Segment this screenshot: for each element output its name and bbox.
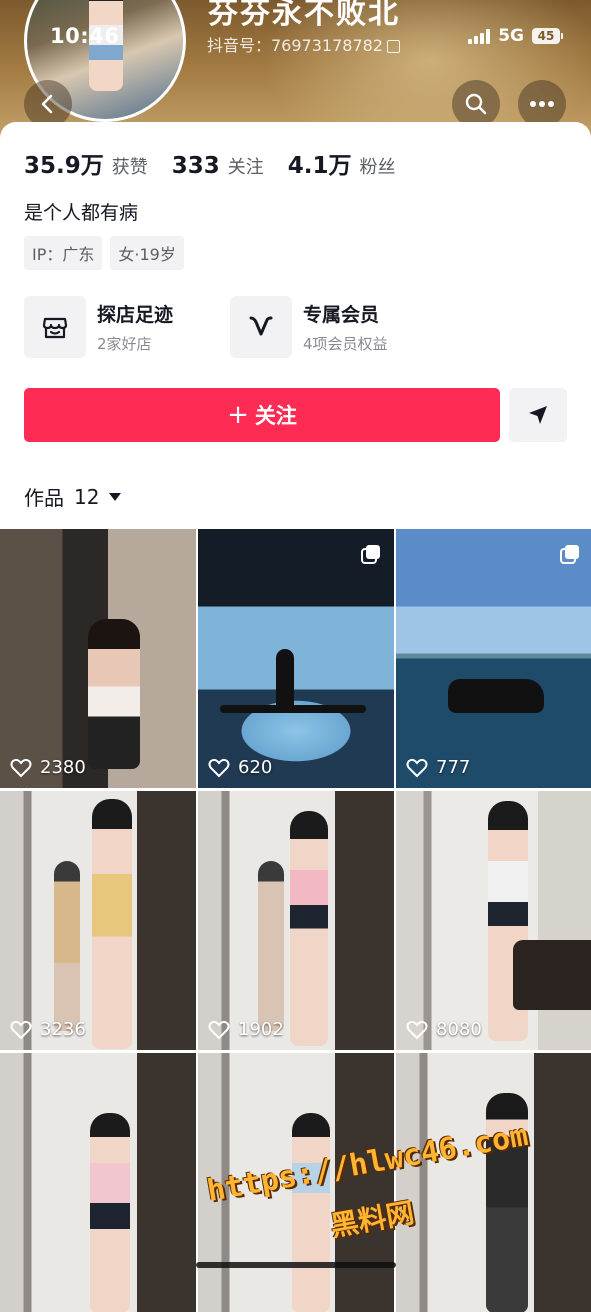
signal-icon [468, 28, 491, 44]
stat-followers[interactable]: 4.1万 粉丝 [288, 146, 396, 180]
likes-value: 2380 [40, 757, 86, 778]
stat-label: 关注 [227, 157, 264, 178]
likes-value: 8080 [436, 1019, 482, 1040]
bio: 是个人都有病 [24, 202, 139, 224]
stat-value: 4.1万 [287, 153, 352, 179]
battery-level: 45 [532, 28, 560, 44]
likes-count: 777 [406, 757, 470, 778]
feature-shop-visits[interactable]: 探店足迹 2家好店 [24, 296, 173, 358]
feature-vip[interactable]: 专属会员 4项会员权益 [230, 296, 388, 358]
copy-icon[interactable] [386, 40, 400, 53]
tag-gender-age: 女·19岁 [110, 236, 184, 270]
heart-icon [208, 758, 230, 777]
stat-following[interactable]: 333 关注 [172, 153, 264, 179]
likes-count: 1902 [208, 1019, 284, 1040]
shop-icon [24, 296, 86, 358]
video-tile[interactable]: 1902 [198, 791, 394, 1050]
search-icon [465, 93, 487, 115]
video-tile[interactable]: 2380 [0, 529, 196, 788]
vip-icon [230, 296, 292, 358]
feature-title: 探店足迹 [97, 304, 174, 326]
video-tile[interactable] [396, 1053, 591, 1312]
works-count: 12 [74, 484, 100, 509]
multi-image-icon [560, 545, 579, 564]
stat-value: 333 [171, 153, 220, 179]
stat-likes[interactable]: 35.9万 获赞 [24, 146, 148, 180]
heart-icon [208, 1020, 230, 1039]
multi-image-icon [361, 545, 380, 564]
tags: IP：广东 女·19岁 [24, 236, 184, 270]
video-tile[interactable]: 620 [198, 529, 394, 788]
likes-value: 777 [436, 757, 471, 778]
likes-value: 620 [238, 757, 273, 778]
likes-count: 3236 [10, 1019, 86, 1040]
stat-label: 粉丝 [359, 157, 396, 178]
status-bar: 5G 45 [468, 26, 563, 46]
video-tile[interactable]: 3236 [0, 791, 196, 1050]
heart-icon [406, 758, 428, 777]
network-type: 5G [498, 26, 524, 46]
follow-label: 关注 [254, 404, 297, 428]
back-icon [41, 94, 53, 114]
back-button[interactable] [24, 80, 72, 128]
video-tile[interactable]: 777 [396, 529, 591, 788]
likes-count: 2380 [10, 757, 86, 778]
nickname: 芬芬永不败北 [208, 0, 400, 31]
home-indicator[interactable] [196, 1262, 396, 1268]
video-tile[interactable] [0, 1053, 196, 1312]
chevron-down-icon [109, 492, 122, 501]
tag-ip: IP：广东 [24, 236, 103, 270]
battery-icon: 45 [532, 28, 563, 44]
follow-button[interactable]: + 关注 [24, 388, 500, 442]
share-button[interactable] [509, 388, 567, 442]
heart-icon [10, 1020, 32, 1039]
video-tile[interactable]: 8080 [396, 791, 591, 1050]
likes-value: 1902 [238, 1019, 284, 1040]
stat-value: 35.9万 [24, 153, 104, 179]
plus-icon: + [227, 400, 249, 430]
search-button[interactable] [452, 80, 500, 128]
feature-subtitle: 4项会员权益 [303, 335, 388, 353]
stat-label: 获赞 [111, 157, 148, 178]
stats-row: 35.9万 获赞 333 关注 4.1万 粉丝 [24, 146, 420, 180]
works-label: 作品 [24, 486, 64, 510]
profile-banner: 10:46 芬芬永不败北 抖音号：76973178782 5G 45 [0, 0, 591, 140]
heart-icon [406, 1020, 428, 1039]
douyin-id[interactable]: 抖音号：76973178782 [207, 32, 400, 56]
likes-count: 620 [208, 757, 272, 778]
likes-value: 3236 [40, 1019, 86, 1040]
send-icon [529, 406, 547, 424]
likes-count: 8080 [406, 1019, 482, 1040]
feature-subtitle: 2家好店 [97, 335, 152, 353]
status-time: 10:46 [50, 24, 120, 48]
more-button[interactable] [518, 80, 566, 128]
sofa [513, 940, 591, 1010]
video-grid: 2380 620 777 3236 1902 8080 [0, 529, 591, 1312]
more-icon [530, 101, 554, 107]
works-tab[interactable]: 作品 12 [24, 482, 122, 511]
heart-icon [10, 758, 32, 777]
feature-title: 专属会员 [303, 304, 380, 326]
douyin-id-text: 抖音号：76973178782 [207, 36, 383, 55]
